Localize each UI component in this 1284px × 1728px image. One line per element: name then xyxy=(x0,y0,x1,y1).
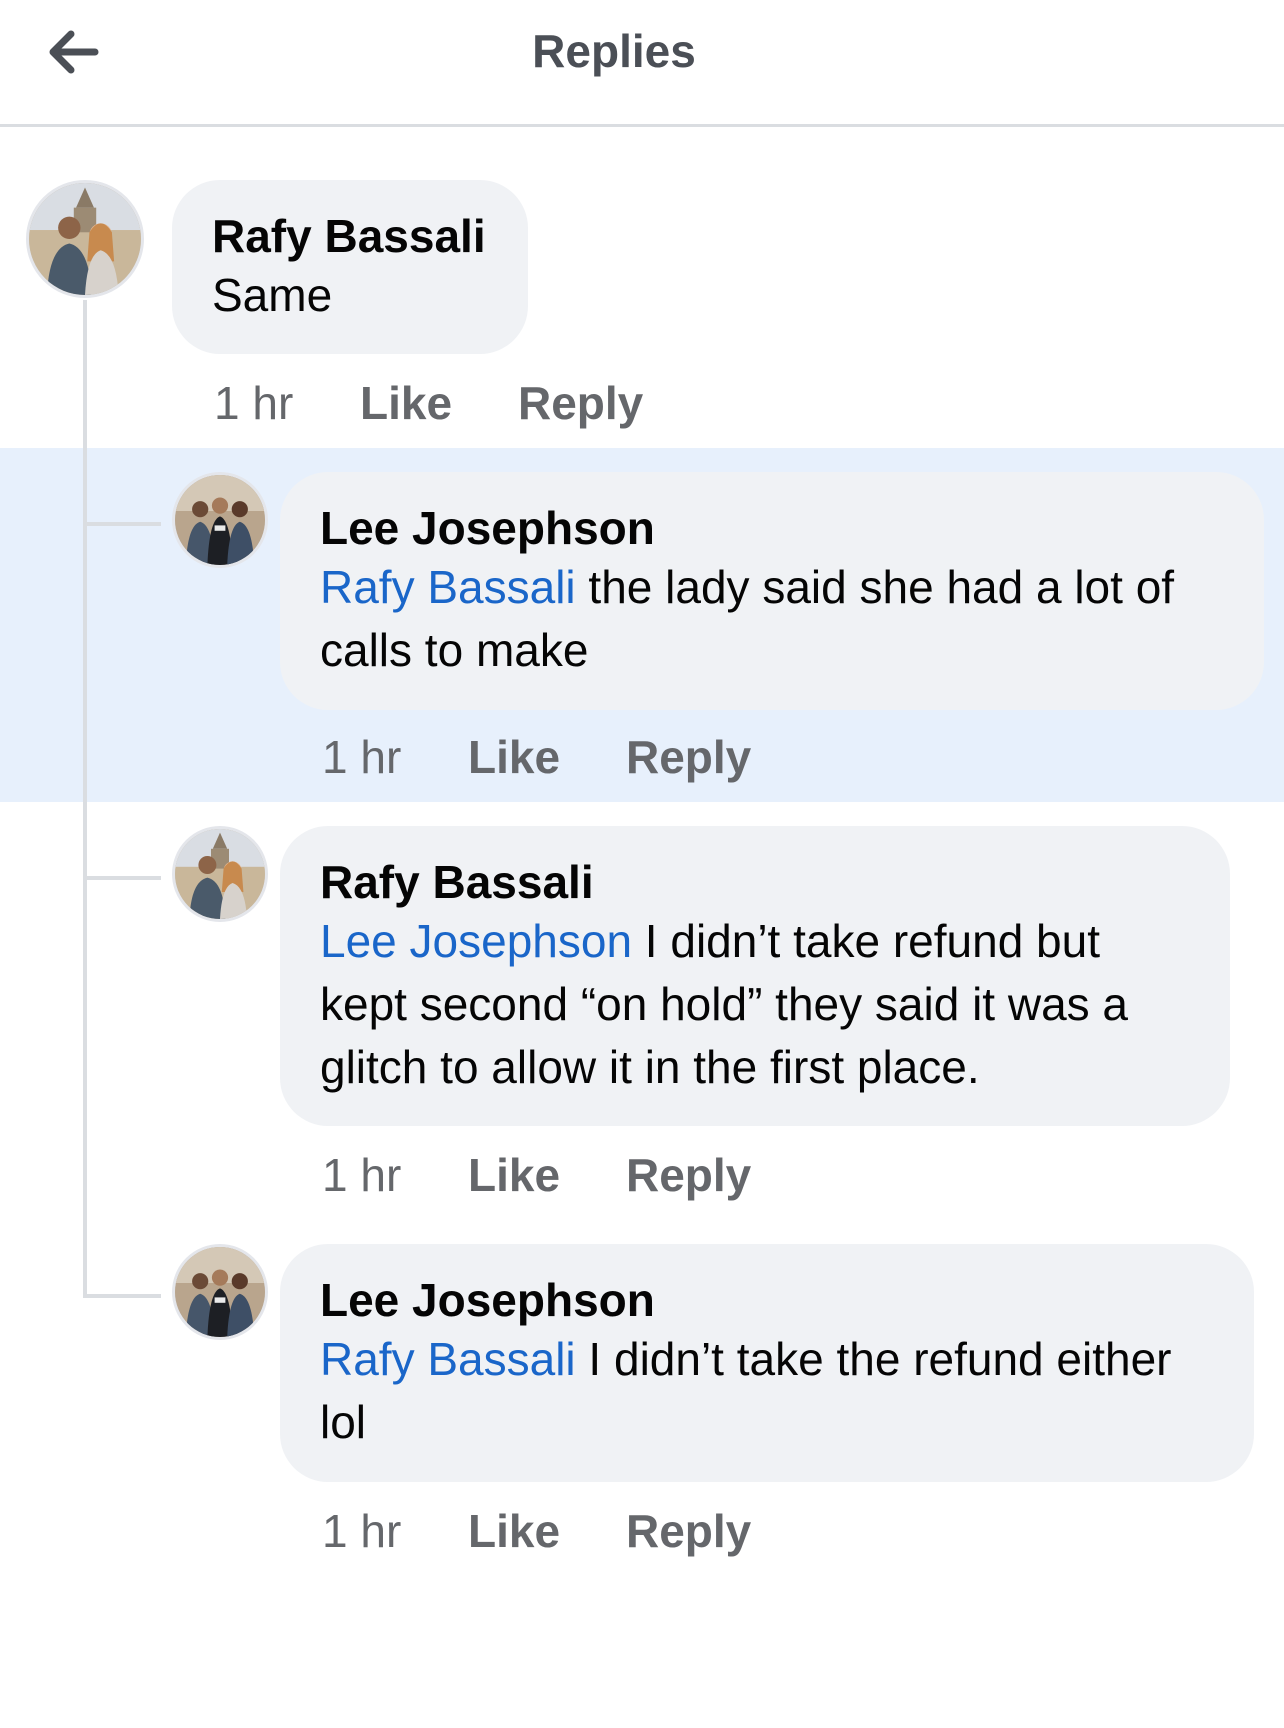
like-button[interactable]: Like xyxy=(360,376,518,430)
profile-photo-couple xyxy=(175,829,265,919)
comment-bubble[interactable]: Lee Josephson Rafy Bassali the lady said… xyxy=(280,472,1264,710)
reply-button[interactable]: Reply xyxy=(626,730,751,784)
comment-text: Rafy Bassali the lady said she had a lot… xyxy=(320,556,1224,682)
page-title: Replies xyxy=(532,25,696,77)
top-bar: Replies xyxy=(0,0,1284,127)
mention-link[interactable]: Rafy Bassali xyxy=(320,1333,576,1385)
avatar[interactable] xyxy=(172,1244,268,1340)
comment-actions: 1 hr Like Reply xyxy=(214,376,643,430)
avatar[interactable] xyxy=(172,826,268,922)
profile-photo-group xyxy=(175,1247,265,1337)
comment-author[interactable]: Rafy Bassali xyxy=(320,854,1190,910)
comment-bubble[interactable]: Rafy Bassali Same xyxy=(172,180,528,354)
reply-button[interactable]: Reply xyxy=(518,376,643,430)
mention-link[interactable]: Lee Josephson xyxy=(320,915,632,967)
comment-body: Same xyxy=(212,269,333,321)
comment-text: Lee Josephson I didn’t take refund but k… xyxy=(320,910,1190,1099)
comment-bubble[interactable]: Rafy Bassali Lee Josephson I didn’t take… xyxy=(280,826,1230,1126)
comment-actions: 1 hr Like Reply xyxy=(322,1504,751,1558)
comment-timestamp: 1 hr xyxy=(322,1505,402,1557)
comment-actions: 1 hr Like Reply xyxy=(322,1148,751,1202)
thread-connector xyxy=(83,876,161,880)
comment-timestamp: 1 hr xyxy=(214,377,294,429)
thread-connector xyxy=(83,522,161,526)
like-button[interactable]: Like xyxy=(468,1148,626,1202)
comment-text: Same xyxy=(212,264,488,327)
thread-connector xyxy=(83,1294,161,1298)
comment-text: Rafy Bassali I didn’t take the refund ei… xyxy=(320,1328,1214,1454)
reply-button[interactable]: Reply xyxy=(626,1148,751,1202)
profile-photo-group xyxy=(175,475,265,565)
avatar[interactable] xyxy=(26,180,144,298)
profile-photo-couple xyxy=(29,183,141,295)
mention-link[interactable]: Rafy Bassali xyxy=(320,561,576,613)
avatar[interactable] xyxy=(172,472,268,568)
like-button[interactable]: Like xyxy=(468,1504,626,1558)
comment-author[interactable]: Lee Josephson xyxy=(320,1272,1214,1328)
comment-author[interactable]: Lee Josephson xyxy=(320,500,1224,556)
reply-button[interactable]: Reply xyxy=(626,1504,751,1558)
comment-timestamp: 1 hr xyxy=(322,731,402,783)
comment-bubble[interactable]: Lee Josephson Rafy Bassali I didn’t take… xyxy=(280,1244,1254,1482)
like-button[interactable]: Like xyxy=(468,730,626,784)
comment-author[interactable]: Rafy Bassali xyxy=(212,208,488,264)
thread-line-vertical xyxy=(83,300,87,1298)
comment-actions: 1 hr Like Reply xyxy=(322,730,751,784)
comment-timestamp: 1 hr xyxy=(322,1149,402,1201)
